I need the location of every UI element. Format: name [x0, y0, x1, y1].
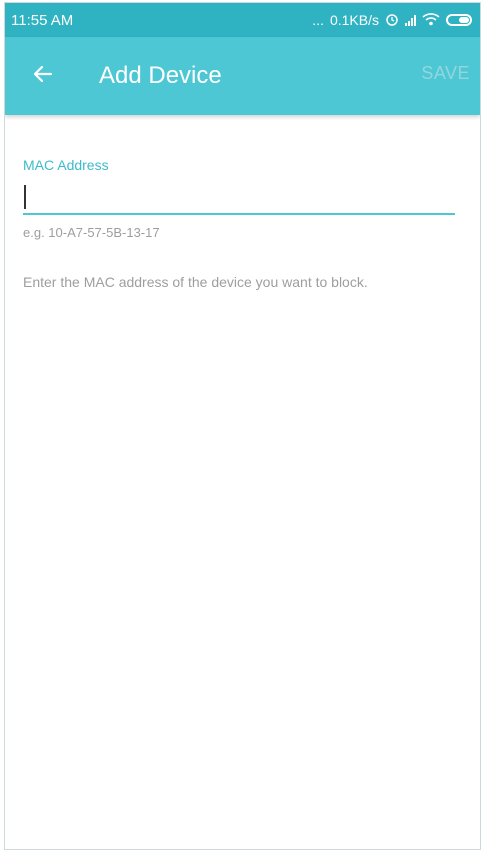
alarm-icon [385, 12, 399, 29]
signal-icon [405, 14, 416, 26]
battery-icon [446, 14, 472, 26]
app-bar: Add Device SAVE [5, 37, 480, 115]
arrow-left-icon [31, 62, 55, 91]
status-dots: ... [312, 12, 324, 28]
save-button[interactable]: SAVE [421, 63, 470, 84]
page-title: Add Device [99, 62, 222, 89]
text-cursor [24, 185, 26, 209]
mac-address-example: e.g. 10-A7-57-5B-13-17 [23, 225, 160, 240]
status-time: 11:55 AM [11, 11, 74, 29]
network-speed: 0.1KB/s [329, 12, 379, 28]
helper-text: Enter the MAC address of the device you … [23, 274, 368, 290]
mac-address-input[interactable] [23, 181, 455, 215]
status-bar: 11:55 AM ... 0.1KB/s [5, 3, 480, 37]
back-button[interactable] [13, 46, 73, 106]
app-frame: 11:55 AM ... 0.1KB/s Add Device SAVE MAC… [4, 2, 481, 850]
mac-address-label: MAC Address [23, 157, 109, 173]
status-icons: ... 0.1KB/s [312, 12, 472, 29]
form-content: MAC Address e.g. 10-A7-57-5B-13-17 Enter… [5, 157, 480, 290]
wifi-icon [422, 12, 440, 29]
